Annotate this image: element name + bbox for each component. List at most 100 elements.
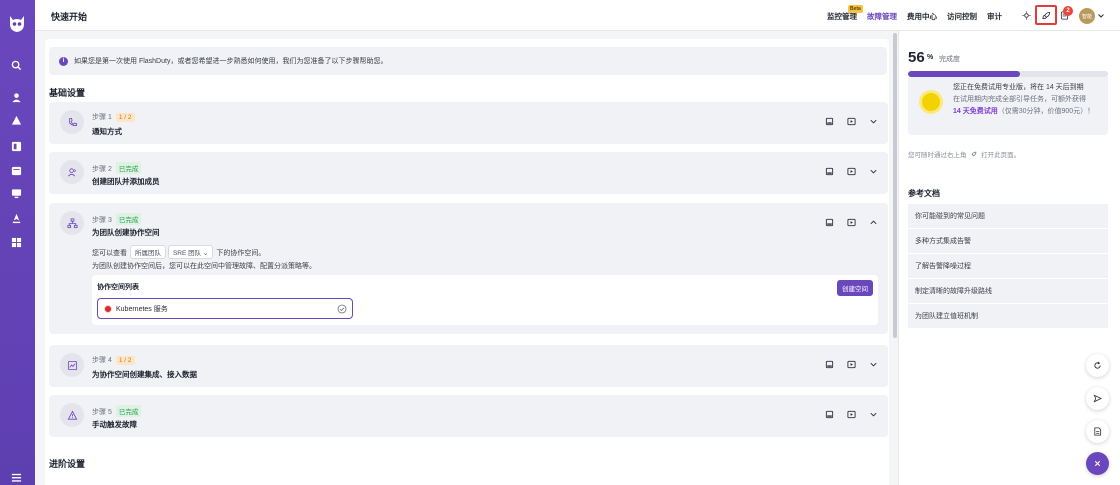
trial-text: 您正在免费试用专业版，将在 14 天后到期 在试用期内完成全部引导任务，可额外获…	[953, 82, 1103, 118]
nav-monitoring[interactable]: 监控管理 Beta	[827, 5, 863, 22]
step-5-label: 步骤 5 已完成	[92, 405, 142, 417]
video-play-icon[interactable]	[847, 218, 856, 227]
reference-link[interactable]: 制定清晰的故障升级路线	[908, 279, 1108, 304]
step-4-card[interactable]: 步骤 41 / 2 为协作空间创建集成、接入数据	[49, 345, 888, 387]
trial-line-3: 14 天免费试用（仅需30分钟，价值900元）！	[953, 106, 1103, 118]
workspace-item[interactable]: Kubernetes 服务	[97, 298, 353, 319]
references-list: 你可能碰到的常见问题 多种方式集成告警 了解告警降噪过程 制定清晰的故障升级路线…	[908, 204, 1108, 329]
nav-audit[interactable]: 审计	[987, 11, 1002, 22]
document-button[interactable]	[1086, 420, 1109, 443]
step-2-card[interactable]: 步骤 2 已完成 创建团队并添加成员	[49, 152, 888, 194]
section-advanced-title: 进阶设置	[49, 459, 86, 469]
search-icon[interactable]	[10, 59, 23, 72]
step-3-title: 为团队创建协作空间	[92, 228, 160, 237]
trial-highlight: 14 天免费试用	[953, 108, 998, 115]
video-play-icon[interactable]	[847, 167, 856, 176]
refresh-icon	[1094, 361, 1101, 369]
org-icon	[60, 211, 84, 235]
trial-line-1: 您正在免费试用专业版，将在 14 天后到期	[953, 84, 1084, 91]
refresh-button[interactable]	[1086, 354, 1109, 377]
quick-start-button[interactable]	[1035, 5, 1057, 25]
team-filter-label: 所属团队	[129, 245, 166, 259]
team-select-value: SRE 团队	[172, 250, 202, 257]
step-1-number: 步骤 1	[92, 114, 112, 121]
grid-icon[interactable]	[10, 236, 23, 249]
theme-sun-icon[interactable]	[1021, 10, 1032, 21]
send-icon	[1093, 394, 1102, 403]
close-fab-button[interactable]	[1086, 452, 1109, 475]
nav-incident-management[interactable]: 故障管理	[867, 11, 897, 22]
reference-link[interactable]: 为团队建立值班机制	[908, 304, 1108, 329]
calendar-icon[interactable]	[10, 164, 23, 177]
video-play-icon[interactable]	[847, 117, 856, 126]
team-select[interactable]: SRE 团队 ⌄	[167, 245, 214, 259]
create-space-button[interactable]: 创建空间	[837, 280, 873, 296]
scrollbar[interactable]	[893, 33, 897, 338]
doc-book-icon[interactable]	[825, 117, 834, 126]
rocket-nav-icon[interactable]	[10, 212, 23, 225]
document-icon	[1094, 427, 1102, 436]
workspace-name: Kubernetes 服务	[116, 305, 168, 313]
chevron-down-icon[interactable]	[869, 410, 878, 419]
video-play-icon[interactable]	[847, 410, 856, 419]
step-1-card[interactable]: 步骤 11 / 2 通知方式	[49, 102, 888, 144]
check-circle-icon	[337, 304, 347, 314]
chevron-up-icon[interactable]	[869, 218, 878, 227]
detail-prefix: 您可以查看	[92, 250, 127, 257]
nav-access-control[interactable]: 访问控制	[947, 11, 977, 22]
step-5-card[interactable]: 步骤 5 已完成 手动触发故障	[49, 395, 888, 437]
warning-icon[interactable]	[10, 114, 23, 127]
step-5-title: 手动触发故障	[92, 420, 137, 429]
step-1-label: 步骤 11 / 2	[92, 112, 135, 122]
main-content: i 如果您是第一次使用 FlashDuty，或者您希望进一步熟悉如何使用，我们为…	[35, 31, 899, 485]
dashboard-icon[interactable]	[10, 140, 23, 153]
chevron-down-icon[interactable]	[869, 167, 878, 176]
workspace-status-dot	[104, 304, 112, 313]
step-4-title: 为协作空间创建集成、接入数据	[92, 370, 197, 379]
notification-count-badge: 2	[1063, 6, 1073, 16]
step-2-label: 步骤 2 已完成	[92, 162, 142, 174]
step-5-done-tag: 已完成	[115, 405, 142, 417]
nav-billing[interactable]: 费用中心	[907, 11, 937, 22]
completion-percent: 56	[908, 49, 925, 66]
menu-collapse-icon[interactable]	[10, 471, 23, 484]
step-4-label: 步骤 41 / 2	[92, 355, 135, 365]
info-banner: i 如果您是第一次使用 FlashDuty，或者您希望进一步熟悉如何使用，我们为…	[49, 47, 887, 75]
monitor-icon[interactable]	[10, 187, 23, 200]
reference-link[interactable]: 你可能碰到的常见问题	[908, 204, 1108, 229]
beta-badge: Beta	[848, 5, 863, 13]
detail-suffix: 下的协作空间。	[216, 250, 266, 257]
phone-icon	[60, 110, 84, 134]
step-2-tools	[825, 167, 878, 176]
send-button[interactable]	[1086, 387, 1109, 410]
reopen-hint: 您可随时通过右上角 打开此页面。	[908, 149, 1020, 159]
step-5-tools	[825, 410, 878, 419]
step-3-number: 步骤 3	[92, 217, 112, 224]
chevron-down-icon[interactable]	[869, 360, 878, 369]
chevron-down-icon[interactable]	[1097, 12, 1105, 20]
completion-percent-sign: %	[927, 54, 934, 61]
step-1-progress-tag: 1 / 2	[115, 113, 135, 122]
reference-link[interactable]: 了解告警降噪过程	[908, 254, 1108, 279]
alert-icon	[60, 403, 84, 427]
step-3-card[interactable]: 步骤 3 已完成 为团队创建协作空间 您可以查看 所属团队 SRE 团队 ⌄ 下的协…	[49, 203, 888, 334]
doc-book-icon[interactable]	[825, 410, 834, 419]
logo-icon[interactable]	[7, 12, 27, 34]
avatar[interactable]: 智能	[1079, 8, 1095, 24]
user-icon[interactable]	[10, 91, 23, 104]
doc-book-icon[interactable]	[825, 360, 834, 369]
info-icon: i	[59, 56, 68, 66]
reference-link[interactable]: 多种方式集成告警	[908, 229, 1108, 254]
step-3-done-tag: 已完成	[115, 213, 142, 225]
workspace-list-card: 协作空间列表 创建空间 Kubernetes 服务	[92, 275, 878, 325]
doc-book-icon[interactable]	[825, 167, 834, 176]
section-basic-title: 基础设置	[49, 88, 86, 98]
step-3-label: 步骤 3 已完成	[92, 213, 142, 225]
step-2-done-tag: 已完成	[115, 162, 142, 174]
chevron-down-icon[interactable]	[869, 117, 878, 126]
video-play-icon[interactable]	[847, 360, 856, 369]
close-icon	[1094, 460, 1101, 467]
step-4-tools	[825, 360, 878, 369]
info-text: 如果您是第一次使用 FlashDuty，或者您希望进一步熟悉如何使用，我们为您准…	[74, 58, 388, 65]
doc-book-icon[interactable]	[825, 218, 834, 227]
